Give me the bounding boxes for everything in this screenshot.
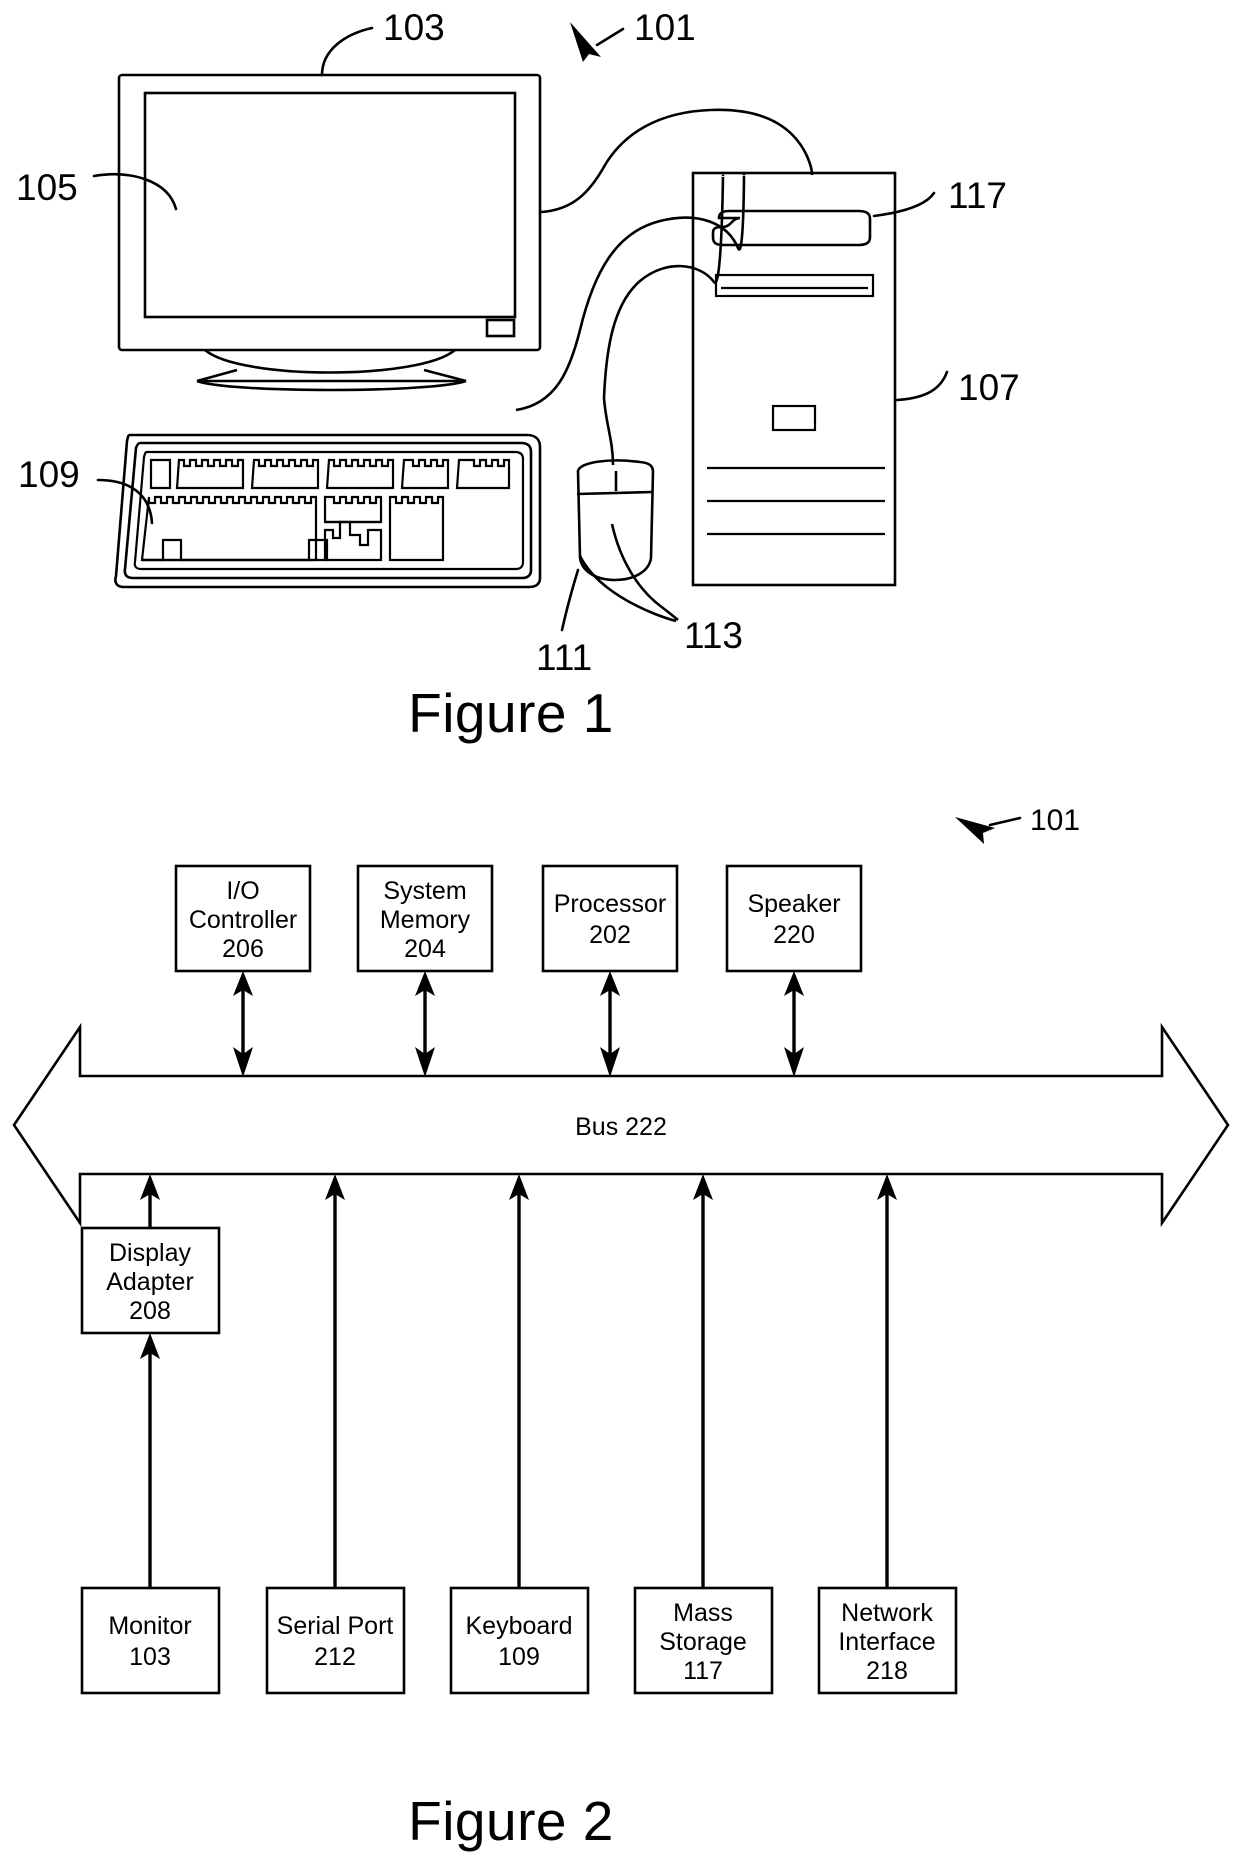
block-label-line-1: Monitor (108, 1612, 191, 1640)
block-label-line-2: Interface (838, 1628, 935, 1656)
figure-1-caption: Figure 1 (408, 682, 614, 744)
block-numeral: 202 (589, 921, 631, 949)
bottom-block-network-interface: Network Interface 218 (817, 1586, 958, 1695)
mouse-illustration (576, 397, 655, 582)
top-connectors (233, 971, 804, 1077)
bus-label: Bus 222 (575, 1113, 667, 1141)
top-block-speaker: Speaker 220 (725, 864, 863, 973)
patent-drawing-page: 101 103 105 107 109 111 113 117 Figure 1… (0, 0, 1240, 1874)
block-label-line-1: Keyboard (465, 1612, 572, 1640)
bottom-block-keyboard: Keyboard 109 (449, 1586, 590, 1695)
block-label-line-1: Display (109, 1239, 191, 1267)
block-numeral: 218 (866, 1657, 908, 1685)
ref-numeral-107: 107 (958, 367, 1020, 408)
figure-1-illustration: 101 103 105 107 109 111 113 117 Figure 1 (16, 7, 1020, 744)
bottom-connectors (140, 1174, 897, 1631)
ref-109: 109 (18, 454, 154, 525)
bottom-block-mass-storage: Mass Storage 117 (633, 1586, 774, 1695)
figure-2-block-diagram: 101 I/O Controller 206 System Memory 204… (12, 804, 1230, 1852)
system-tower-illustration (691, 171, 897, 587)
connector-adapter-to-monitor (140, 1333, 160, 1631)
ref-numeral-101-f1: 101 (634, 7, 696, 48)
block-numeral: 117 (683, 1657, 723, 1685)
block-numeral: 206 (222, 935, 264, 963)
top-block-io-controller: I/O Controller 206 (174, 864, 312, 973)
block-label-line-2: Controller (189, 906, 297, 934)
block-label-line-1: Serial Port (277, 1612, 394, 1640)
block-label-line-2: Storage (659, 1628, 747, 1656)
ref-107: 107 (895, 367, 1020, 408)
connector-system-memory (415, 971, 435, 1077)
block-label-line-2: Memory (380, 906, 471, 934)
block-label-line-1: System (383, 877, 466, 905)
connector-keyboard (509, 1174, 529, 1631)
connector-serial-port (325, 1174, 345, 1631)
connector-speaker (784, 971, 804, 1077)
ref-numeral-113: 113 (684, 615, 743, 656)
block-label-line-1: Speaker (747, 890, 840, 918)
block-numeral: 208 (129, 1297, 171, 1325)
ref-numeral-111: 111 (536, 637, 592, 678)
block-label-line-1: Processor (554, 890, 667, 918)
bottom-block-monitor: Monitor 103 (80, 1586, 221, 1695)
top-block-processor: Processor 202 (541, 864, 679, 973)
block-label-line-1: Mass (673, 1599, 733, 1627)
block-display-adapter: Display Adapter 208 (80, 1226, 221, 1335)
block-numeral: 103 (129, 1643, 171, 1671)
connector-processor (600, 971, 620, 1077)
ref-113: 113 (684, 615, 743, 656)
block-label-line-1: I/O (226, 877, 259, 905)
ref-101-figure2: 101 (955, 804, 1080, 844)
block-numeral: 220 (773, 921, 815, 949)
bottom-block-serial-port: Serial Port 212 (265, 1586, 406, 1695)
block-numeral: 204 (404, 935, 446, 963)
top-block-system-memory: System Memory 204 (356, 864, 494, 973)
connector-io-controller (233, 971, 253, 1077)
block-numeral: 212 (314, 1643, 356, 1671)
keyboard-illustration (114, 433, 542, 589)
figure-2-caption: Figure 2 (408, 1790, 614, 1852)
system-bus: Bus 222 (12, 1022, 1230, 1228)
ref-numeral-109: 109 (18, 454, 80, 495)
block-label-line-1: Network (841, 1599, 933, 1627)
connector-network-interface (877, 1174, 897, 1631)
ref-numeral-101-f2: 101 (1030, 804, 1080, 837)
ref-103: 103 (320, 7, 445, 77)
ref-111: 111 (536, 568, 592, 678)
ref-numeral-105: 105 (16, 167, 78, 208)
block-numeral: 109 (498, 1643, 540, 1671)
ref-numeral-103: 103 (383, 7, 445, 48)
ref-101-figure1: 101 (570, 7, 696, 62)
connector-mass-storage (693, 1174, 713, 1631)
monitor-illustration (117, 73, 542, 392)
block-label-line-2: Adapter (106, 1268, 194, 1296)
ref-numeral-117: 117 (948, 175, 1007, 216)
